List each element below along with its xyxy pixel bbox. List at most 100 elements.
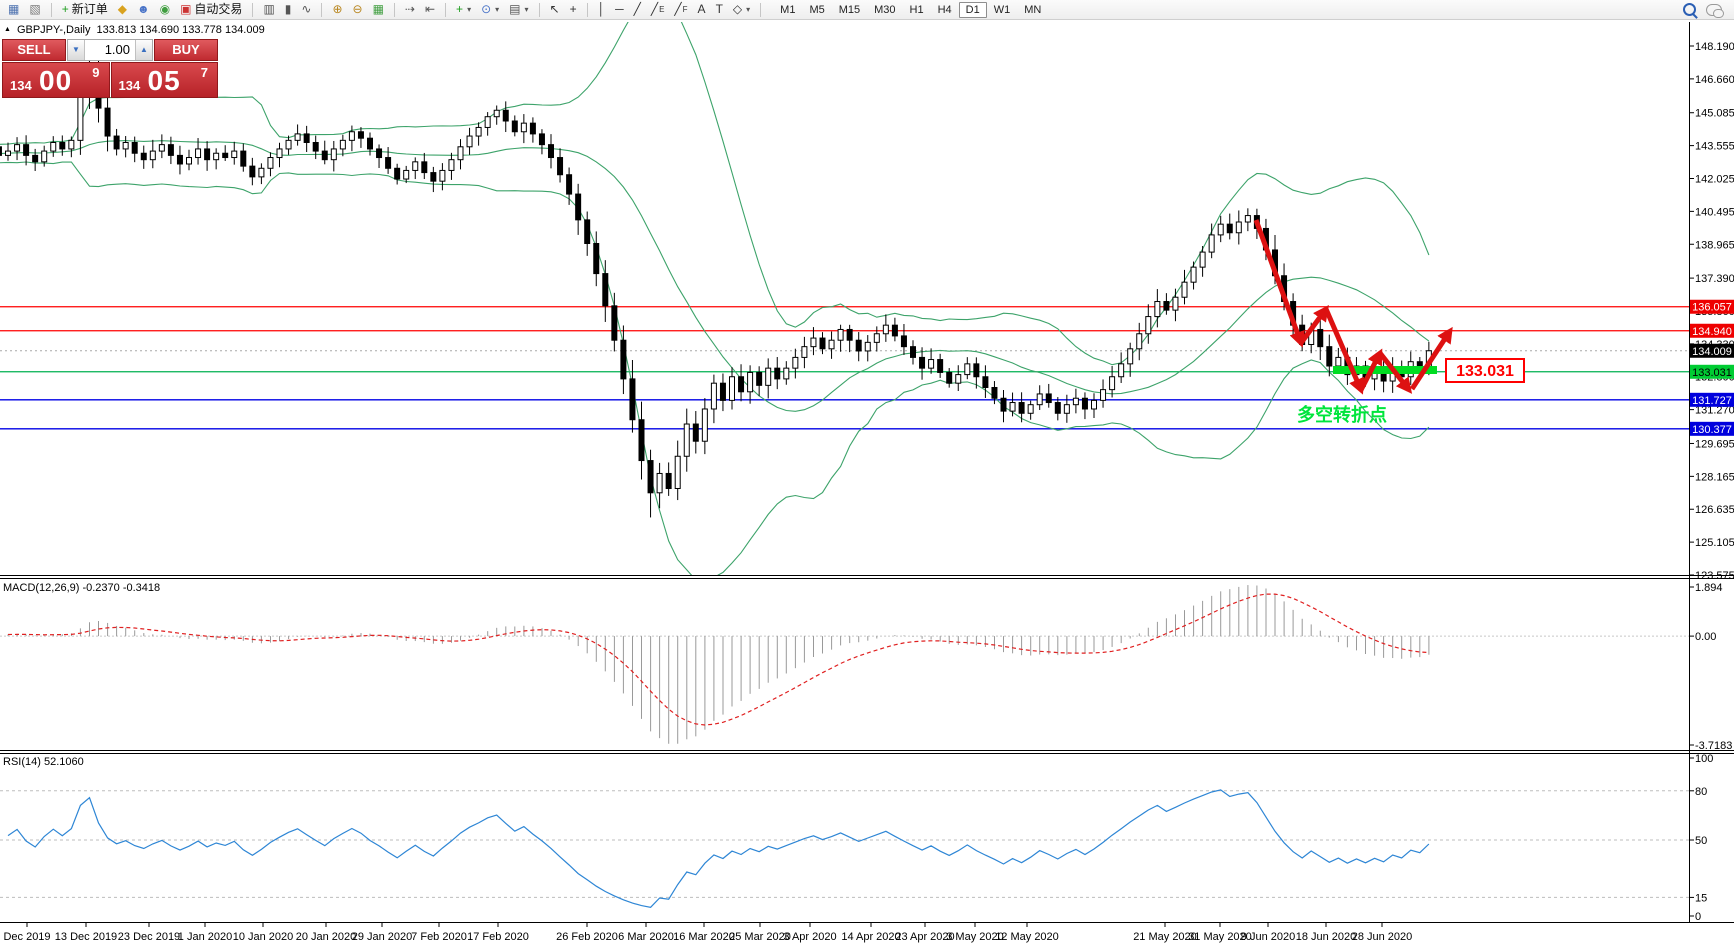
toolbar-separator (394, 3, 395, 17)
buy-price-button[interactable]: 134 05 7 (111, 62, 219, 98)
profiles-icon[interactable]: ▧ (25, 0, 44, 19)
one-click-trading-panel: SELL ▼ 1.00 ▲ BUY 134 00 9 134 05 7 (2, 39, 218, 98)
current-price-badge: 134.009 (1690, 344, 1734, 358)
svg-text:20 Jan 2020: 20 Jan 2020 (296, 931, 357, 943)
svg-text:29 Jan 2020: 29 Jan 2020 (352, 931, 413, 943)
toolbar-separator (51, 3, 52, 17)
signal-icon[interactable]: ◉ (156, 0, 174, 19)
sell-price-button[interactable]: 134 00 9 (2, 62, 110, 98)
svg-text:123.575: 123.575 (1695, 570, 1734, 582)
toolbar-separator (252, 3, 253, 17)
svg-text:143.555: 143.555 (1695, 141, 1734, 153)
toolbar-right-icons (1683, 3, 1730, 16)
svg-text:Dec 2019: Dec 2019 (3, 931, 50, 943)
text-icon[interactable]: A (694, 0, 710, 19)
timeframe-h1[interactable]: H1 (903, 2, 931, 18)
svg-text:100: 100 (1695, 753, 1713, 765)
svg-text:18 Jun 2020: 18 Jun 2020 (1296, 931, 1357, 943)
buy-price-big: 05 (148, 65, 181, 97)
sell-price-big: 00 (39, 65, 72, 97)
crosshair-icon[interactable]: + (566, 0, 581, 19)
buy-button[interactable]: BUY (154, 39, 218, 61)
vertical-line-icon[interactable]: │ (594, 0, 610, 19)
toolbar-separator (760, 3, 761, 17)
search-icon[interactable] (1683, 3, 1696, 16)
rsi-label: RSI(14) 52.1060 (3, 756, 84, 768)
timeframe-m30[interactable]: M30 (867, 2, 902, 18)
svg-text:130.377: 130.377 (1692, 424, 1732, 436)
chart-background (0, 20, 1734, 948)
new-chart-icon[interactable]: ▦ (4, 0, 23, 19)
svg-text:16 Mar 2020: 16 Mar 2020 (673, 931, 735, 943)
svg-text:146.660: 146.660 (1695, 74, 1734, 86)
timeframe-mn[interactable]: MN (1017, 2, 1048, 18)
cursor-icon[interactable]: ↖ (546, 0, 564, 19)
price-label-text: 133.031 (1456, 363, 1514, 380)
svg-text:145.085: 145.085 (1695, 108, 1734, 120)
svg-text:140.495: 140.495 (1695, 206, 1734, 218)
timeframe-m5[interactable]: M5 (802, 2, 831, 18)
horizontal-line-icon[interactable]: ─ (611, 0, 628, 19)
zoom-out-icon[interactable]: ⊖ (349, 0, 367, 19)
svg-text:28 Jun 2020: 28 Jun 2020 (1352, 931, 1413, 943)
templates-icon[interactable]: ▤▾ (505, 0, 532, 19)
tile-windows-icon[interactable]: ▦ (369, 0, 388, 19)
label-icon[interactable]: T (712, 0, 727, 19)
trendline-icon[interactable]: ╱ (630, 0, 645, 19)
arrows-icon[interactable]: ◇▾ (729, 0, 754, 19)
timeframe-m1[interactable]: M1 (773, 2, 802, 18)
svg-text:129.695: 129.695 (1695, 438, 1734, 450)
channel-icon[interactable]: ╱E (647, 0, 669, 19)
chat-icon[interactable] (1706, 4, 1722, 16)
chart-symbol-header: ▲ GBPJPY-,Daily 133.813 134.690 133.778 … (4, 24, 265, 36)
chart-shift-icon[interactable]: ⇤ (421, 0, 439, 19)
volume-input[interactable]: 1.00 (85, 40, 135, 60)
buy-price-sup: 7 (201, 65, 208, 80)
svg-text:9 Jun 2020: 9 Jun 2020 (1241, 931, 1295, 943)
oneclick-collapse-arrow[interactable]: ▲ (4, 26, 11, 33)
svg-text:25 Mar 2020: 25 Mar 2020 (729, 931, 791, 943)
zoom-in-icon[interactable]: ⊕ (328, 0, 346, 19)
timeframe-h4[interactable]: H4 (931, 2, 959, 18)
timeframe-toolbar: M1M5M15M30H1H4D1W1MN (773, 2, 1048, 18)
candlestick-chart-icon[interactable]: ▮ (281, 0, 296, 19)
timeframe-d1[interactable]: D1 (959, 2, 987, 18)
buy-price-prefix: 134 (119, 78, 141, 93)
fibonacci-icon[interactable]: ╱F (670, 0, 691, 19)
volume-increase-button[interactable]: ▲ (135, 40, 152, 60)
metaeditor-icon[interactable]: ◆ (114, 0, 131, 19)
toolbar-separator (445, 3, 446, 17)
timeframe-m15[interactable]: M15 (832, 2, 867, 18)
sell-price-prefix: 134 (10, 78, 32, 93)
price-chart[interactable]: 133.031 多空转折点 148.190 146.660 145.085 143.555… (0, 0, 1734, 948)
bar-chart-icon[interactable]: ▥ (259, 0, 278, 19)
autotrading-icon[interactable]: ▣自动交易 (176, 0, 246, 19)
svg-text:133.031: 133.031 (1692, 367, 1732, 379)
annotation-note: 多空转折点 (1297, 404, 1387, 425)
macd-label: MACD(12,26,9) -0.2370 -0.3418 (3, 582, 160, 594)
periods-icon[interactable]: ⊙▾ (477, 0, 503, 19)
svg-text:1 Jan 2020: 1 Jan 2020 (178, 931, 232, 943)
svg-text:136.057: 136.057 (1692, 302, 1732, 314)
indicators-icon[interactable]: +▾ (452, 0, 475, 19)
new-order-icon[interactable]: +新订单 (58, 0, 112, 19)
auto-scroll-icon[interactable]: ⇢ (401, 0, 419, 19)
svg-text:17 Feb 2020: 17 Feb 2020 (467, 931, 529, 943)
svg-text:128.165: 128.165 (1695, 471, 1734, 483)
line-chart-icon[interactable]: ∿ (297, 0, 315, 19)
main-toolbar: ▦▧+新订单◆☻◉▣自动交易▥▮∿⊕⊖▦⇢⇤+▾⊙▾▤▾↖+│─╱╱E╱FAT◇… (0, 0, 1734, 20)
timeframe-w1[interactable]: W1 (987, 2, 1018, 18)
market-watch-icon[interactable]: ☻ (133, 0, 154, 19)
svg-text:138.965: 138.965 (1695, 239, 1734, 251)
svg-text:134.940: 134.940 (1692, 326, 1732, 338)
svg-text:125.105: 125.105 (1695, 537, 1734, 549)
svg-text:148.190: 148.190 (1695, 41, 1734, 53)
svg-text:0.00: 0.00 (1695, 631, 1716, 643)
axis-badge-134.940: 134.940 (1690, 324, 1734, 338)
axis-badge-136.057: 136.057 (1690, 300, 1734, 314)
svg-text:1.894: 1.894 (1695, 582, 1723, 594)
volume-decrease-button[interactable]: ▼ (68, 40, 85, 60)
svg-text:15: 15 (1695, 892, 1707, 904)
svg-text:13 Dec 2019: 13 Dec 2019 (55, 931, 117, 943)
sell-button[interactable]: SELL (2, 39, 66, 61)
